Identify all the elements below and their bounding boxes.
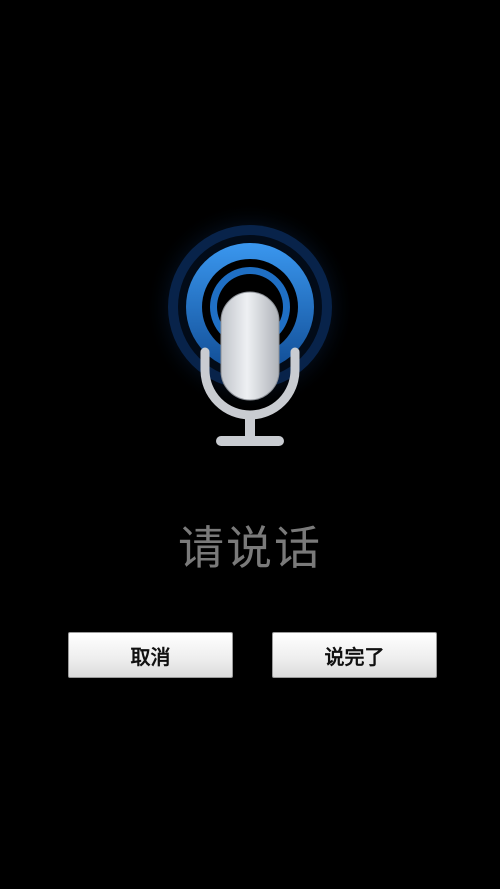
mic-visual <box>140 200 360 460</box>
microphone-icon <box>145 202 355 446</box>
voice-input-screen: 请说话 取消 说完了 <box>0 0 500 889</box>
cancel-button[interactable]: 取消 <box>68 632 233 678</box>
mic-capsule <box>220 291 280 401</box>
mic-stem <box>245 414 255 436</box>
speak-prompt: 请说话 <box>178 521 322 575</box>
mic-base <box>216 436 284 446</box>
done-speaking-button[interactable]: 说完了 <box>272 632 437 678</box>
